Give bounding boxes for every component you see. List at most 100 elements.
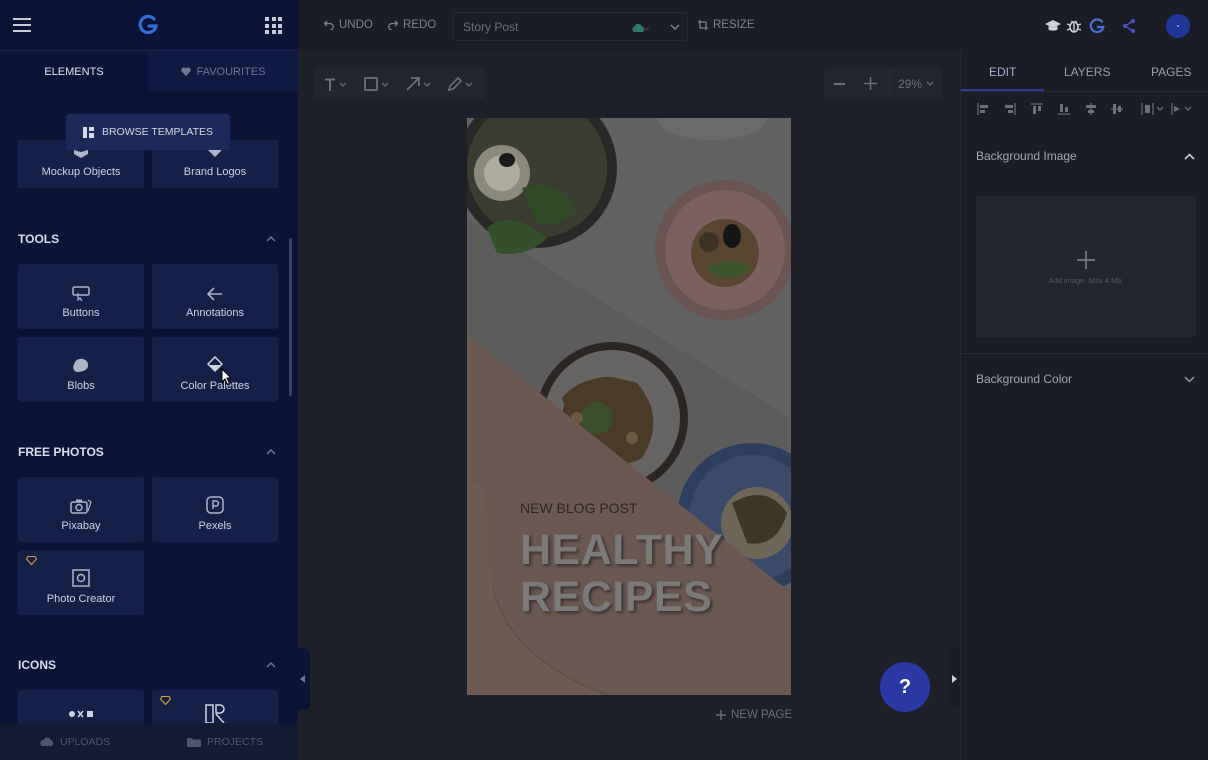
chevron-down-icon (381, 82, 389, 87)
sidebar-scrollbar[interactable] (289, 238, 292, 396)
user-avatar[interactable] (1166, 14, 1190, 38)
shape-tool[interactable] (364, 76, 389, 92)
draw-tool[interactable] (448, 76, 473, 92)
photo-source-pixabay[interactable]: Pixabay (18, 477, 144, 542)
browse-templates-button[interactable]: BROWSE TEMPLATES (66, 114, 230, 150)
uploads-label: UPLOADS (60, 736, 111, 748)
canvas-headline-line-1: HEALTHY (520, 526, 724, 574)
tool-annotations[interactable]: Annotations (152, 264, 278, 329)
uploads-tab[interactable]: UPLOADS (40, 736, 110, 748)
left-sidebar: ELEMENTS FAVOURITES Mockup Objects Brand… (0, 0, 298, 760)
undo-icon (324, 20, 334, 30)
background-color-title[interactable]: Background Color (976, 372, 1072, 386)
canvas-eyebrow-text[interactable]: NEW BLOG POST (520, 500, 637, 516)
chevron-down-icon (423, 82, 431, 87)
heart-icon (180, 67, 191, 76)
background-image-title[interactable]: Background Image (976, 149, 1077, 163)
tab-pages[interactable]: PAGES (1151, 65, 1191, 79)
panel-divider (961, 353, 1208, 354)
collapse-left-panel-button[interactable] (298, 648, 310, 710)
google-icon[interactable] (1089, 18, 1105, 34)
photo-creator[interactable]: Photo Creator (18, 550, 144, 615)
premium-diamond-icon (26, 556, 37, 565)
distribute-icon[interactable] (1141, 103, 1165, 115)
sidebar-header (0, 0, 298, 51)
align-left-icon[interactable] (977, 103, 989, 115)
redo-button[interactable]: REDO (388, 19, 436, 31)
tool-label: Color Palettes (180, 380, 250, 392)
section-title-free-photos: FREE PHOTOS (18, 445, 104, 459)
workspace: 29% NEW BLOG POST HEALTHY RECIPES NEW PA… (298, 51, 960, 760)
share-icon[interactable] (1121, 18, 1137, 34)
redo-icon (388, 20, 398, 30)
browse-templates-label: BROWSE TEMPLATES (101, 126, 214, 138)
photo-frame-icon (72, 569, 90, 587)
undo-button[interactable]: UNDO (324, 19, 373, 31)
app-logo[interactable] (137, 14, 159, 36)
zoom-level-select[interactable]: 29% (889, 68, 942, 99)
new-page-button[interactable]: NEW PAGE (716, 709, 792, 721)
text-icon (325, 78, 335, 91)
menu-icon[interactable] (13, 18, 31, 32)
tab-layers[interactable]: LAYERS (1064, 65, 1110, 79)
camera-icon (70, 499, 92, 514)
cloud-upload-icon (40, 737, 54, 746)
tool-blobs[interactable]: Blobs (18, 337, 144, 402)
photo-source-pexels[interactable]: Pexels (152, 477, 278, 542)
tool-buttons[interactable]: Buttons (18, 264, 144, 329)
top-toolbar: UNDO REDO Story Post RESIZE (298, 0, 1208, 51)
tab-elements[interactable]: ELEMENTS (0, 51, 148, 92)
undo-label: UNDO (339, 19, 373, 31)
mockup-icon (74, 150, 88, 158)
mouse-cursor-icon (221, 368, 233, 386)
add-image-dropzone[interactable]: Add image. Max 4 Mb. (976, 196, 1196, 337)
alignment-toolbar (977, 103, 1199, 119)
cloud-sync-icon (632, 23, 649, 32)
photo-creator-label: Photo Creator (46, 593, 116, 605)
add-image-hint: Add image. Max 4 Mb. (1048, 276, 1124, 285)
tool-color-palettes[interactable]: Color Palettes (152, 337, 278, 402)
resize-button[interactable]: RESIZE (698, 19, 755, 31)
zoom-out-button[interactable] (834, 83, 845, 85)
shapes-icon (69, 710, 93, 718)
design-canvas[interactable]: NEW BLOG POST HEALTHY RECIPES (467, 118, 791, 695)
chevron-down-icon (465, 82, 473, 87)
bug-icon[interactable] (1066, 18, 1082, 34)
align-right-icon[interactable] (1004, 103, 1016, 115)
canvas-headline[interactable]: HEALTHY RECIPES (520, 527, 723, 621)
text-tool[interactable] (324, 76, 347, 92)
align-bottom-icon[interactable] (1058, 103, 1070, 115)
chevron-down-icon[interactable] (1184, 376, 1195, 383)
help-button[interactable]: ? (880, 662, 930, 712)
document-name-field[interactable]: Story Post (452, 12, 688, 41)
flip-icon[interactable] (1171, 103, 1195, 115)
apps-grid-icon[interactable] (265, 17, 282, 34)
tabs-divider (961, 91, 1208, 92)
zoom-value: 29% (897, 76, 923, 91)
photo-source-label: Pexels (198, 520, 232, 532)
chevron-down-icon[interactable] (670, 24, 680, 30)
align-center-horizontal-icon[interactable] (1085, 103, 1097, 115)
tab-edit[interactable]: EDIT (989, 65, 1016, 79)
icons-card-premium[interactable] (152, 690, 278, 723)
section-title-icons: ICONS (18, 658, 57, 672)
card-label: Brand Logos (183, 166, 247, 178)
tab-favourites[interactable]: FAVOURITES (148, 51, 298, 92)
icon-set-icon (205, 704, 225, 723)
chevron-up-icon[interactable] (266, 236, 276, 242)
align-top-icon[interactable] (1031, 103, 1043, 115)
projects-tab[interactable]: PROJECTS (187, 736, 263, 748)
graduation-cap-icon[interactable] (1045, 18, 1061, 34)
chevron-up-icon[interactable] (1184, 153, 1195, 160)
collapse-right-panel-button[interactable] (948, 648, 960, 710)
zoom-in-button[interactable] (864, 77, 877, 90)
align-middle-icon[interactable] (1111, 103, 1123, 115)
chevron-up-icon[interactable] (266, 449, 276, 455)
line-tool[interactable] (406, 76, 431, 92)
zoom-controls: 29% (824, 68, 942, 99)
chevron-up-icon[interactable] (266, 662, 276, 668)
tab-favourites-label: FAVOURITES (196, 65, 266, 78)
icons-card-shapes[interactable] (18, 690, 144, 723)
brand-logo-icon (208, 150, 222, 157)
chevron-down-icon (339, 82, 347, 87)
